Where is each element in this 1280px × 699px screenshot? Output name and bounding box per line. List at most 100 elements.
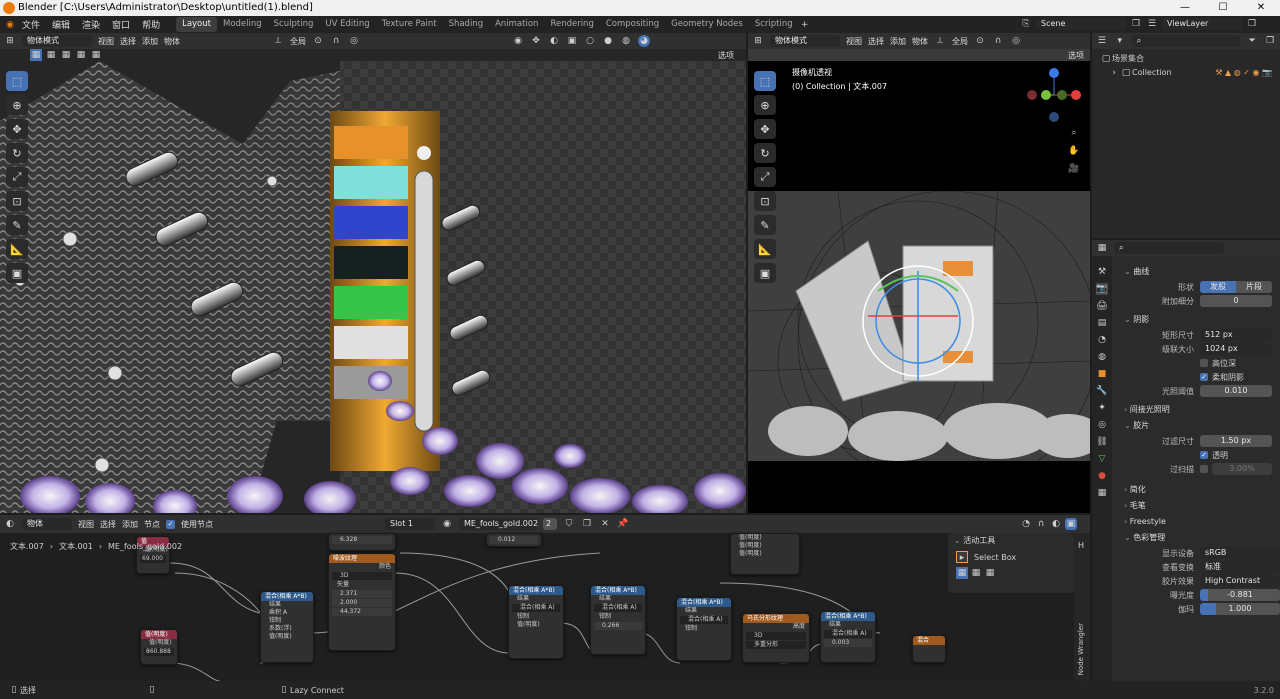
breadcrumb-object[interactable]: 文本.007 xyxy=(10,541,44,552)
section-curves[interactable]: 曲线 xyxy=(1114,264,1280,280)
rendered-shading-icon[interactable]: ◕ xyxy=(638,35,650,47)
menu-select[interactable]: 选择 xyxy=(868,36,884,47)
texture-tab-icon[interactable]: ▦ xyxy=(1096,487,1108,499)
options-dropdown[interactable]: 选项 xyxy=(1068,50,1084,61)
mode-select[interactable]: 物体模式 xyxy=(770,35,840,47)
view-transform-select[interactable]: 标准 xyxy=(1200,561,1280,573)
section-simplify[interactable]: 简化 xyxy=(1114,482,1280,498)
breadcrumb-data[interactable]: 文本.001 xyxy=(59,541,93,552)
zoom-icon[interactable]: ⌕ xyxy=(1068,127,1080,139)
transform-tool[interactable]: ⊡ xyxy=(6,191,28,211)
slot-select[interactable]: Slot 1 xyxy=(385,518,435,530)
measure-tool[interactable]: 📐 xyxy=(6,239,28,259)
xray-icon[interactable]: ▣ xyxy=(566,35,578,47)
new-collection-icon[interactable]: ❐ xyxy=(1264,35,1276,47)
exposure-field[interactable]: -0.881 xyxy=(1200,589,1280,601)
scene-icon[interactable]: ⎘ xyxy=(1020,18,1032,30)
cube-size-select[interactable]: 512 px xyxy=(1200,329,1272,341)
backdrop-icon[interactable]: ◔ xyxy=(1020,518,1032,530)
tab-geometry-nodes[interactable]: Geometry Nodes xyxy=(665,17,749,32)
tab-rendering[interactable]: Rendering xyxy=(544,17,599,32)
new-view-layer-icon[interactable]: ❐ xyxy=(1246,18,1258,30)
mode-select[interactable]: 物体模式 xyxy=(22,35,92,47)
view-layer-tab-icon[interactable]: ▤ xyxy=(1096,317,1108,329)
move-tool[interactable]: ✥ xyxy=(6,119,28,139)
node-top-value-field[interactable]: 6.328 xyxy=(332,536,392,544)
subdivision-field[interactable]: 0 xyxy=(1200,295,1272,307)
pivot-icon[interactable]: ⊙ xyxy=(974,35,986,47)
section-indirect-lighting[interactable]: 间接光照明 xyxy=(1114,402,1280,418)
rotate-tool[interactable]: ↻ xyxy=(754,143,776,163)
render-tab-icon[interactable]: 📷 xyxy=(1096,283,1108,295)
section-shadows[interactable]: 阴影 xyxy=(1114,312,1280,328)
node-value-field[interactable]: 0.012 xyxy=(490,536,538,544)
outliner-search[interactable]: ⌕ xyxy=(1131,35,1241,47)
tab-node-wrangler[interactable]: Node Wrangler xyxy=(1077,623,1085,675)
navigation-gizmo[interactable] xyxy=(1024,65,1084,125)
section-film[interactable]: 胶片 xyxy=(1114,418,1280,434)
editor-type-icon[interactable]: ⊞ xyxy=(752,35,764,47)
select-mode-subtract-icon[interactable]: ▦ xyxy=(60,49,72,61)
menu-add[interactable]: 添加 xyxy=(890,36,906,47)
tab-uv-editing[interactable]: UV Editing xyxy=(319,17,375,32)
object-tab-icon[interactable]: ■ xyxy=(1096,368,1108,380)
add-cube-tool[interactable]: ▣ xyxy=(6,263,28,283)
cascade-size-select[interactable]: 1024 px xyxy=(1200,343,1272,355)
breadcrumb-material[interactable]: ME_fools_gold.002 xyxy=(108,542,182,551)
view-layer-icon[interactable]: ☰ xyxy=(1146,18,1158,30)
node-fragment-right[interactable]: 值(明度) 值(明度) 值(明度) xyxy=(730,533,800,575)
look-select[interactable]: High Contrast xyxy=(1200,575,1280,587)
node-musgrave-texture[interactable]: 马氏分形纹理 高度 3D 多重分形 xyxy=(742,613,810,663)
material-shading-icon[interactable]: ◍ xyxy=(620,35,632,47)
node-mix-1[interactable]: 混合(相乘 A*B) 结果 乘积 A 钳制 系数(浮) 值(明度) xyxy=(260,591,314,663)
tab-scripting[interactable]: Scripting xyxy=(749,17,799,32)
scene-tab-icon[interactable]: ◔ xyxy=(1096,334,1108,346)
tab-compositing[interactable]: Compositing xyxy=(600,17,665,32)
move-tool[interactable]: ✥ xyxy=(754,119,776,139)
rotate-tool[interactable]: ↻ xyxy=(6,143,28,163)
transform-orientation[interactable]: 全局 xyxy=(952,36,968,47)
tab-sculpting[interactable]: Sculpting xyxy=(268,17,320,32)
filter-icon[interactable]: ⏷ xyxy=(1246,35,1258,47)
editor-type-icon[interactable]: ☰ xyxy=(1096,35,1108,47)
menu-select[interactable]: 选择 xyxy=(120,36,136,47)
output-tab-icon[interactable]: 🖨 xyxy=(1096,300,1108,312)
visibility-icon[interactable]: ◉ xyxy=(512,35,524,47)
section-freestyle[interactable]: Freestyle xyxy=(1114,514,1280,530)
select-mode-new-icon[interactable]: ▦ xyxy=(30,49,42,61)
menu-window[interactable]: 窗口 xyxy=(106,18,136,31)
menu-node[interactable]: 节点 xyxy=(144,519,160,530)
overlay-icon[interactable]: ◐ xyxy=(1050,518,1062,530)
transform-tool[interactable]: ⊡ xyxy=(754,191,776,211)
select-box-tool[interactable]: ⬚ xyxy=(6,71,28,91)
tab-modeling[interactable]: Modeling xyxy=(217,17,268,32)
node-noise-texture[interactable]: 噪波纹理 颜色 3D 矢量 2.371 2.000 44.372 xyxy=(328,553,396,651)
snap-icon[interactable]: ∩ xyxy=(1035,518,1047,530)
node-value-field[interactable]: 69.000 xyxy=(140,555,166,563)
cursor-tool[interactable]: ⊕ xyxy=(6,95,28,115)
node-factor-field[interactable]: 0.266 xyxy=(594,622,642,630)
pan-hand-icon[interactable]: ✋ xyxy=(1068,145,1080,157)
menu-select[interactable]: 选择 xyxy=(100,519,116,530)
transform-orientation-icon[interactable]: ⟂ xyxy=(934,35,946,47)
tool-tab-icon[interactable]: ⚒ xyxy=(1096,266,1108,278)
left-viewport-canvas[interactable]: ⬚ ⊕ ✥ ↻ ⤢ ⊡ ✎ 📐 ▣ xyxy=(0,61,746,513)
editor-type-icon[interactable]: ▦ xyxy=(1096,242,1108,254)
snap-icon[interactable]: ∩ xyxy=(330,35,342,47)
section-grease-pencil[interactable]: 毛笔 xyxy=(1114,498,1280,514)
node-orange-fragment[interactable]: 混合 xyxy=(912,635,946,663)
editor-type-icon[interactable]: ⊞ xyxy=(4,35,16,47)
node-value-2[interactable]: 值(明度) 值(明度) 860.888 xyxy=(140,629,178,665)
annotate-tool[interactable]: ✎ xyxy=(754,215,776,235)
select-mode-intersect-icon[interactable]: ▦ xyxy=(90,49,102,61)
menu-view[interactable]: 视图 xyxy=(78,519,94,530)
options-dropdown[interactable]: 选项 xyxy=(718,50,734,61)
node-value-field[interactable]: 860.888 xyxy=(144,648,174,656)
gizmo-icon[interactable]: ✥ xyxy=(530,35,542,47)
camera-icon[interactable]: 🎥 xyxy=(1068,163,1080,175)
light-threshold-field[interactable]: 0.010 xyxy=(1200,385,1272,397)
select-mode-new-icon[interactable]: ▦ xyxy=(956,567,968,579)
fake-user-icon[interactable]: ⛉ xyxy=(563,518,575,530)
display-device-select[interactable]: sRGB xyxy=(1200,547,1280,559)
proportional-icon[interactable]: ◎ xyxy=(348,35,360,47)
